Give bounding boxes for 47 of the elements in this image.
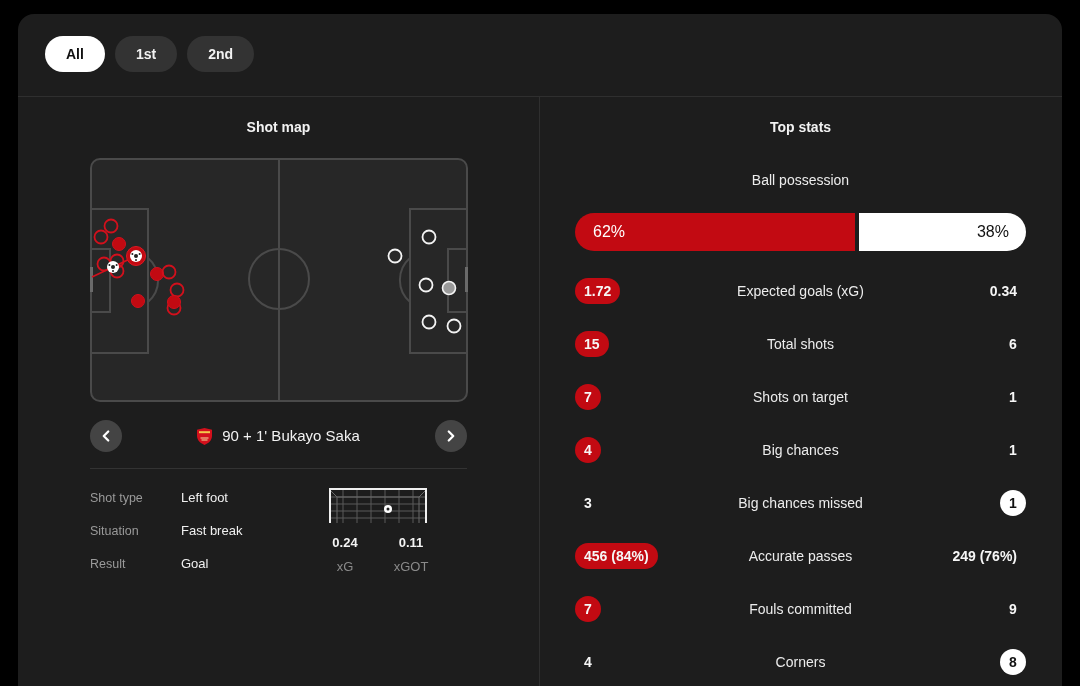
- detail-value: Fast break: [181, 523, 243, 538]
- goal-stat-value: 0.11: [398, 535, 424, 551]
- home-stat-value: 456 (84%): [575, 542, 658, 569]
- home-stat-value: 1.72: [575, 277, 621, 304]
- away-stat-value: 6: [1008, 334, 1018, 354]
- detail-label: Situation: [90, 523, 139, 538]
- stat-label: Expected goals (xG): [737, 282, 864, 299]
- home-stat-value: 15: [575, 330, 609, 357]
- stat-label: Big chances missed: [738, 494, 863, 511]
- home-stat-value: 4: [575, 436, 601, 463]
- period-tab[interactable]: All: [45, 36, 105, 72]
- away-possession-segment: 38%: [858, 213, 1026, 251]
- period-tab[interactable]: 2nd: [187, 36, 254, 72]
- shield-icon: [197, 427, 213, 445]
- away-stat-value: 9: [1008, 599, 1018, 619]
- stat-label: Fouls committed: [749, 600, 852, 617]
- goal-net-icon: [329, 488, 427, 523]
- stat-label: Big chances: [762, 441, 839, 458]
- detail-label: Shot type: [90, 490, 143, 505]
- possession-label: Ball possession: [750, 171, 851, 190]
- away-stat-value: 0.34: [988, 281, 1018, 301]
- stat-label: Total shots: [767, 335, 834, 352]
- shot-map-title: Shot map: [245, 118, 312, 137]
- away-stat-value: 1: [1000, 489, 1026, 516]
- detail-value: Left foot: [181, 490, 228, 505]
- stat-label: Accurate passes: [748, 547, 853, 564]
- top-stats-title: Top stats: [768, 118, 833, 137]
- home-stat-value: 7: [575, 383, 601, 410]
- away-stat-value: 1: [1008, 440, 1018, 460]
- goal-stat-label: xG: [336, 559, 354, 575]
- detail-label: Result: [90, 556, 126, 571]
- home-stat-value: 3: [583, 493, 593, 513]
- away-stat-value: 1: [1008, 387, 1018, 407]
- stat-label: Corners: [775, 653, 826, 670]
- goal-stat-value: 0.24: [332, 535, 358, 551]
- home-stat-value: 4: [583, 652, 593, 672]
- home-stat-value: 7: [575, 595, 601, 622]
- period-tab[interactable]: 1st: [114, 36, 178, 72]
- previous-shot-button[interactable]: [90, 420, 122, 452]
- shot-caption: 90 + 1' Bukayo Saka: [222, 426, 360, 446]
- stat-label: Shots on target: [753, 388, 848, 405]
- goal-stat-label: xGOT: [393, 559, 429, 575]
- detail-value: Goal: [181, 556, 209, 571]
- away-stat-value: 249 (76%): [951, 546, 1018, 566]
- away-stat-value: 8: [1000, 648, 1026, 675]
- next-shot-button[interactable]: [435, 420, 467, 452]
- home-possession-fill: 62%: [575, 213, 855, 251]
